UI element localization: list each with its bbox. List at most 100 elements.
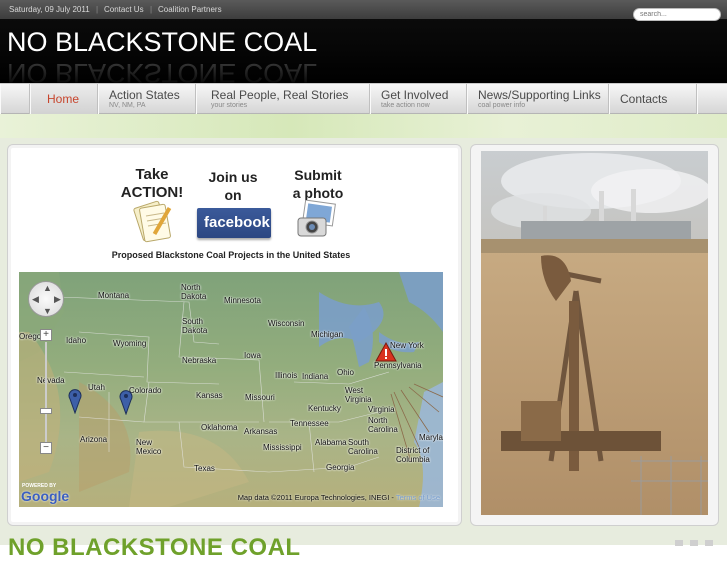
pdf-icon[interactable]: [690, 540, 698, 546]
map-label-state: Nebraska: [182, 356, 217, 365]
facebook-line1: Join us: [208, 169, 258, 185]
map-label-state: Ohio: [337, 368, 354, 377]
zoom-slider-track[interactable]: [45, 342, 47, 447]
current-date: Saturday, 09 July 2011: [9, 5, 90, 14]
map-terrain: [19, 272, 443, 507]
map-attribution: Map data ©2011 Europa Technologies, INEG…: [235, 492, 443, 504]
map-label-state: Texas: [194, 464, 215, 473]
map-label-state: Mississippi: [263, 443, 302, 452]
map-label-state: District of Columbia: [396, 446, 430, 464]
topbar-separator: |: [96, 5, 99, 14]
nav-item-sub: NV, NM, PA: [109, 102, 146, 109]
google-logo[interactable]: Google: [21, 488, 69, 504]
map-label-state: Missouri: [245, 393, 275, 402]
nav-item-label: Home: [47, 92, 80, 106]
map-label-state: Kansas: [196, 391, 223, 400]
map-label-state: Wyoming: [113, 339, 147, 348]
zoom-in-button[interactable]: +: [40, 329, 52, 341]
zoom-out-button[interactable]: −: [40, 442, 52, 454]
nav-spacer: [0, 84, 30, 114]
site-logo-reflection: NO BLACKSTONE COAL: [7, 58, 318, 83]
map-label-state: Maryland: [419, 433, 443, 442]
map-pan-control[interactable]: ▲ ▼ ◀ ▶: [28, 281, 64, 317]
map-marker-icon[interactable]: [119, 389, 133, 415]
main-nav: Home Action States NV, NM, PA Real Peopl…: [0, 83, 727, 114]
nav-item-action-states[interactable]: Action States NV, NM, PA: [98, 84, 196, 114]
take-action-promo[interactable]: Take ACTION!: [119, 166, 185, 202]
pan-right-icon[interactable]: ▶: [54, 294, 61, 305]
map-label-state: New Mexico: [136, 438, 162, 456]
warning-marker-icon[interactable]: [375, 342, 397, 362]
nav-item-label: News/Supporting Links: [478, 88, 601, 102]
search-input[interactable]: [633, 8, 721, 21]
map-label-state: Colorado: [129, 386, 162, 395]
nav-item-home[interactable]: Home: [30, 84, 98, 114]
map-label-state: Oklahoma: [201, 423, 238, 432]
map-caption: Proposed Blackstone Coal Projects in the…: [111, 250, 351, 260]
map-label-state: Utah: [88, 383, 105, 392]
nav-item-get-involved[interactable]: Get Involved take action now: [370, 84, 467, 114]
map-attribution-text: Map data ©2011 Europa Technologies, INEG…: [237, 493, 396, 502]
coalition-partners-link[interactable]: Coalition Partners: [158, 5, 222, 14]
map-label-state: Arizona: [80, 435, 108, 444]
map-label-state: Kentucky: [308, 404, 341, 413]
nav-item-news[interactable]: News/Supporting Links coal power info: [467, 84, 609, 114]
nav-item-real-people[interactable]: Real People, Real Stories your stories: [196, 84, 370, 114]
nav-item-label: Action States: [109, 88, 180, 102]
map-label-state: North Dakota: [181, 283, 207, 301]
nav-item-label: Contacts: [620, 92, 668, 106]
topbar-separator: |: [150, 5, 153, 14]
submit-photo-promo[interactable]: Submit a photo: [285, 166, 351, 202]
nav-item-label: Real People, Real Stories: [211, 88, 349, 102]
map-label-state: Virginia: [368, 405, 395, 414]
map-label-state: Michigan: [311, 330, 344, 339]
site-header: NO BLACKSTONE COAL NO BLACKSTONE COAL: [0, 19, 727, 83]
terms-of-use-link[interactable]: Terms of Use: [396, 493, 440, 502]
nav-item-label: Get Involved: [381, 88, 449, 102]
camera-photo-icon[interactable]: [294, 200, 340, 242]
google-map[interactable]: Montana North Dakota Minnesota South Dak…: [19, 272, 443, 507]
submit-photo-line1: Submit: [294, 167, 342, 183]
map-label-state: North Carolina: [368, 416, 398, 434]
map-label-state: Georgia: [326, 463, 355, 472]
map-label-state: Illinois: [275, 371, 298, 380]
map-label-state: South Dakota: [182, 317, 208, 335]
top-bar: Saturday, 09 July 2011 | Contact Us | Co…: [0, 0, 727, 19]
page-title: NO BLACKSTONE COAL: [8, 534, 301, 561]
pan-down-icon[interactable]: ▼: [43, 306, 52, 316]
map-marker-icon[interactable]: [68, 388, 82, 414]
coal-plant-photo: [481, 151, 708, 515]
map-label-state: Tennessee: [290, 419, 329, 428]
notepad-icon[interactable]: [132, 200, 176, 244]
nav-item-sub: coal power info: [478, 102, 526, 109]
map-label-state: Wisconsin: [268, 319, 305, 328]
map-label-state: Arkansas: [244, 427, 278, 436]
map-label-state: Iowa: [244, 351, 261, 360]
nav-spacer: [697, 84, 727, 114]
decorative-band: [0, 114, 727, 138]
zoom-slider-handle[interactable]: [40, 408, 52, 414]
facebook-promo[interactable]: Join us on: [200, 168, 266, 204]
map-label-state: Idaho: [66, 336, 87, 345]
nav-item-sub: take action now: [381, 102, 430, 109]
nav-item-sub: your stories: [211, 102, 248, 109]
facebook-logo-button[interactable]: facebook: [197, 208, 271, 238]
site-logo[interactable]: NO BLACKSTONE COAL: [7, 27, 317, 58]
map-label-state: South Carolina: [348, 438, 378, 456]
map-label-state: Nevada: [37, 376, 65, 385]
facebook-logo-text: facebook: [204, 214, 270, 231]
contact-us-link[interactable]: Contact Us: [104, 5, 144, 14]
map-label-state: Montana: [98, 291, 130, 300]
pan-up-icon[interactable]: ▲: [43, 283, 52, 293]
map-label-state: Alabama: [315, 438, 347, 447]
map-label-state: Minnesota: [224, 296, 261, 305]
coal-plant-image: [481, 151, 708, 515]
facebook-line2: on: [224, 187, 242, 203]
email-icon[interactable]: [705, 540, 713, 546]
nav-item-contacts[interactable]: Contacts: [609, 84, 697, 114]
pan-left-icon[interactable]: ◀: [32, 294, 39, 305]
print-icon[interactable]: [675, 540, 683, 546]
map-label-state: West Virginia: [345, 386, 372, 404]
map-label-state: Pennsylvania: [374, 361, 422, 370]
map-label-state: Indiana: [302, 372, 329, 381]
